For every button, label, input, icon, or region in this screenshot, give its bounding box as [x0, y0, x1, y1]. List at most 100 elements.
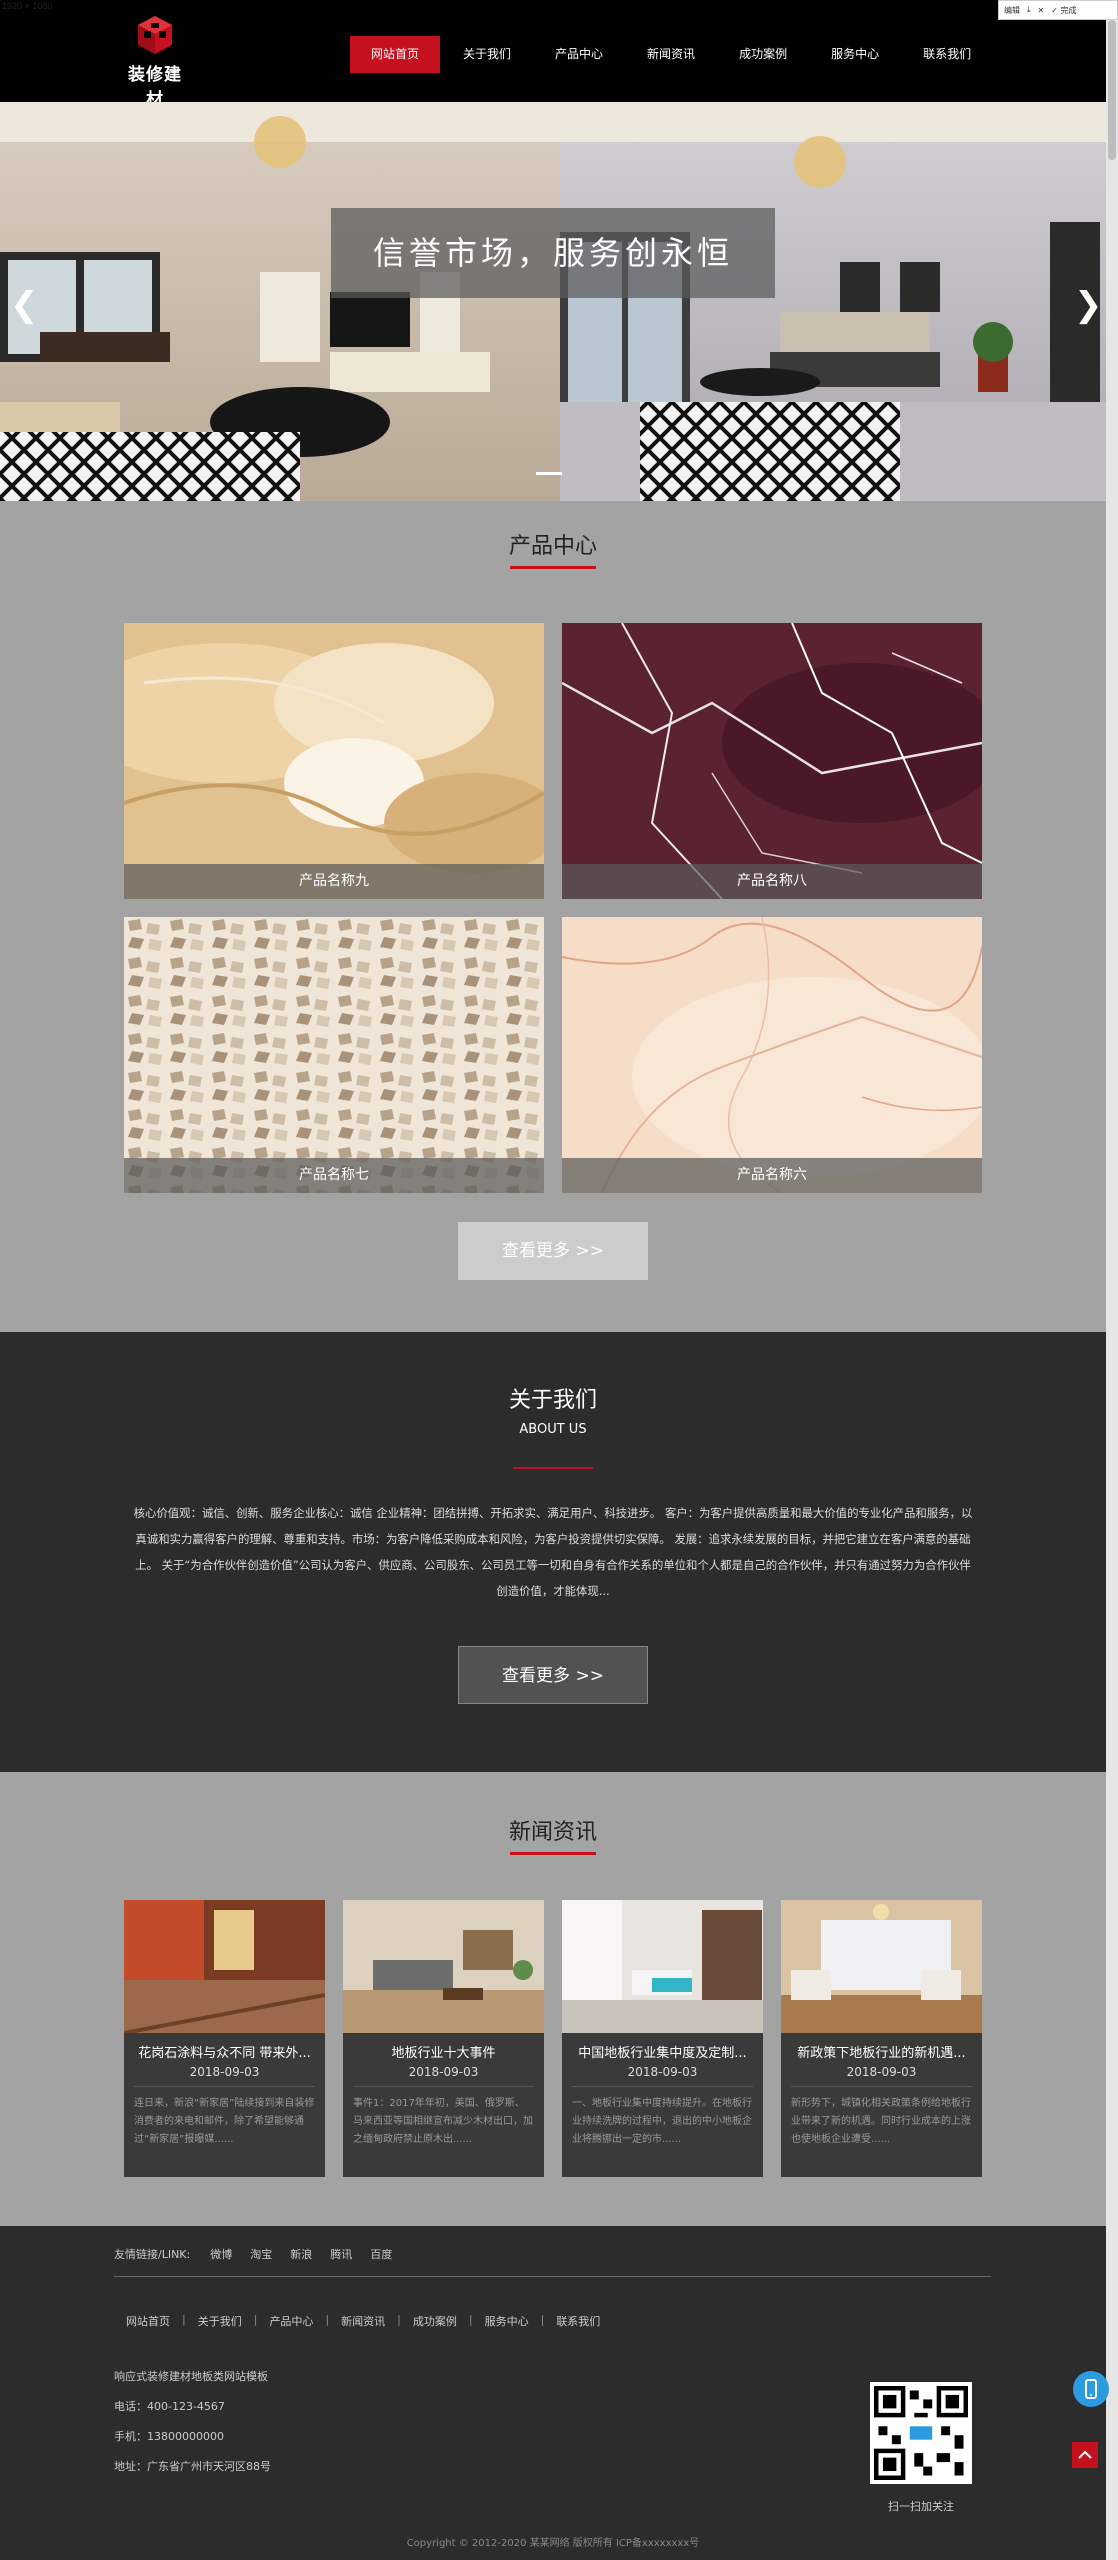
- close-icon[interactable]: ✕: [1038, 6, 1045, 15]
- logo[interactable]: 装修建材: [120, 14, 190, 110]
- nav-about[interactable]: 关于我们: [442, 36, 532, 73]
- news-item-excerpt: 一、地板行业集中度持续提升。在地板行业持续洗牌的过程中，退出的中小地板企业将腾挪…: [572, 2098, 752, 2145]
- news-item-excerpt: 新形势下，城镇化相关政策条例给地板行业带来了新的机遇。同时行业成本的上涨也使地板…: [791, 2098, 971, 2145]
- banner-interior-image: [0, 102, 1106, 501]
- footer-nav: 网站首页 | 关于我们 | 产品中心 | 新闻资讯 | 成功案例 | 服务中心 | 联系我们: [114, 2313, 612, 2329]
- friend-link[interactable]: 淘宝: [250, 2246, 272, 2262]
- products-more-button[interactable]: 查看更多 >>: [458, 1222, 648, 1280]
- friend-link[interactable]: 百度: [370, 2246, 392, 2262]
- product-name: 产品名称七: [124, 1158, 544, 1193]
- news-item-title[interactable]: 新政策下地板行业的新机遇...: [791, 2042, 972, 2061]
- copyright: Copyright © 2012-2020 某某网络 版权所有 ICP备xxxx…: [406, 2538, 700, 2549]
- news-image: [124, 1900, 325, 2033]
- scrollbar-thumb[interactable]: [1108, 20, 1116, 160]
- qr-code-icon: [874, 2386, 968, 2480]
- news-item-date: 2018-09-03: [846, 2065, 917, 2079]
- divider: [791, 2086, 972, 2087]
- page-scrollbar[interactable]: [1106, 20, 1118, 2560]
- banner-caption: 信誉市场，服务创永恒: [331, 208, 775, 298]
- banner-dot[interactable]: [536, 472, 562, 475]
- friend-link[interactable]: 新浪: [290, 2246, 312, 2262]
- friend-link[interactable]: 微博: [210, 2246, 232, 2262]
- footer-nav-about[interactable]: 关于我们: [186, 2313, 254, 2329]
- about-section: 关于我们 ABOUT US 核心价值观：诚信、创新、服务企业核心：诚信 企业精神…: [0, 1332, 1106, 1772]
- news-item-date: 2018-09-03: [189, 2065, 260, 2079]
- friend-links: 友情链接/LINK: 微博 淘宝 新浪 腾讯 百度: [114, 2246, 410, 2262]
- news-card[interactable]: 中国地板行业集中度及定制... 2018-09-03 一、地板行业集中度持续提升…: [562, 1900, 763, 2177]
- about-subtitle: ABOUT US: [519, 1422, 587, 1437]
- nav-news[interactable]: 新闻资讯: [626, 36, 716, 73]
- divider: [134, 2086, 315, 2087]
- product-name: 产品名称九: [124, 864, 544, 899]
- footer-divider: [114, 2276, 991, 2277]
- hero-banner: 信誉市场，服务创永恒 ❮ ❯: [0, 102, 1106, 501]
- footer-nav-service[interactable]: 服务中心: [473, 2313, 541, 2329]
- news-item-excerpt: 事件1：2017年年初，美国、俄罗斯、马来西亚等国相继宣布减少木材出口，加之缅甸…: [353, 2098, 533, 2145]
- banner-next-arrow[interactable]: ❯: [1074, 285, 1103, 325]
- footer-nav-contact[interactable]: 联系我们: [544, 2313, 612, 2329]
- product-card[interactable]: 产品名称七: [124, 917, 544, 1193]
- burgundy-marble-image: [562, 623, 982, 899]
- contact-mobile: 手机：13800000000: [114, 2430, 224, 2443]
- floating-phone-button[interactable]: [1073, 2371, 1109, 2407]
- chevron-up-icon: [1078, 2450, 1092, 2459]
- footer-nav-home[interactable]: 网站首页: [114, 2313, 182, 2329]
- terrazzo-image: [124, 917, 544, 1193]
- nav-service[interactable]: 服务中心: [810, 36, 900, 73]
- done-button[interactable]: ✓ 完成: [1051, 5, 1076, 16]
- friend-links-label: 友情链接/LINK:: [114, 2248, 191, 2261]
- contact-address: 地址：广东省广州市天河区88号: [114, 2460, 271, 2473]
- footer-nav-products[interactable]: 产品中心: [257, 2313, 325, 2329]
- footer-nav-news[interactable]: 新闻资讯: [329, 2313, 397, 2329]
- banner-prev-arrow[interactable]: ❮: [10, 285, 39, 325]
- news-title-underline: [510, 1852, 596, 1855]
- news-title: 新闻资讯: [508, 1820, 597, 1845]
- news-item-date: 2018-09-03: [627, 2065, 698, 2079]
- product-name: 产品名称八: [562, 864, 982, 899]
- friend-link[interactable]: 腾讯: [330, 2246, 352, 2262]
- news-item-title[interactable]: 中国地板行业集中度及定制...: [572, 2042, 753, 2061]
- news-item-excerpt: 连日来，新浪“新家居”陆续接到来自装修消费者的来电和邮件，除了希望能够通过“新家…: [134, 2098, 315, 2145]
- nav-home[interactable]: 网站首页: [350, 36, 441, 73]
- news-card[interactable]: 地板行业十大事件 2018-09-03 事件1：2017年年初，美国、俄罗斯、马…: [343, 1900, 544, 2177]
- banner-pagination: [536, 472, 562, 475]
- edit-button[interactable]: 编辑: [1004, 5, 1020, 16]
- about-text: 核心价值观：诚信、创新、服务企业核心：诚信 企业精神：团结拼搏、开拓求实、满足用…: [133, 1506, 973, 1598]
- about-title: 关于我们: [508, 1388, 597, 1413]
- overlay-toolbar: 编辑 ⤓ ✕ ✓ 完成: [998, 0, 1118, 20]
- logo-cube-icon: [138, 16, 172, 54]
- download-icon[interactable]: ⤓: [1027, 5, 1031, 15]
- nav-cases[interactable]: 成功案例: [718, 36, 808, 73]
- news-item-title[interactable]: 花岗石涂料与众不同 带来外...: [134, 2042, 315, 2061]
- qr-code: [870, 2382, 972, 2484]
- products-title: 产品中心: [508, 534, 597, 559]
- about-more-button[interactable]: 查看更多 >>: [458, 1646, 648, 1704]
- divider: [572, 2086, 753, 2087]
- news-image: [562, 1900, 763, 2033]
- screen-size-note: 1920 × 1080: [2, 1, 53, 11]
- product-card[interactable]: 产品名称六: [562, 917, 982, 1193]
- divider: [353, 2086, 534, 2087]
- news-card[interactable]: 花岗石涂料与众不同 带来外... 2018-09-03 连日来，新浪“新家居”陆…: [124, 1900, 325, 2177]
- news-item-title[interactable]: 地板行业十大事件: [353, 2042, 534, 2061]
- company-name: 响应式装修建材地板类网站模板: [114, 2370, 268, 2383]
- products-title-underline: [510, 566, 596, 569]
- header: 装修建材 网站首页 关于我们 产品中心 新闻资讯 成功案例 服务中心 联系我们: [0, 0, 1106, 110]
- back-to-top-button[interactable]: [1072, 2442, 1098, 2468]
- nav-contact[interactable]: 联系我们: [902, 36, 992, 73]
- news-card[interactable]: 新政策下地板行业的新机遇... 2018-09-03 新形势下，城镇化相关政策条…: [781, 1900, 982, 2177]
- product-card[interactable]: 产品名称八: [562, 623, 982, 899]
- footer-nav-cases[interactable]: 成功案例: [401, 2313, 469, 2329]
- beige-marble-image: [124, 623, 544, 899]
- phone-icon: [1085, 2379, 1097, 2399]
- about-title-underline: [513, 1467, 593, 1469]
- product-name: 产品名称六: [562, 1158, 982, 1193]
- nav-products[interactable]: 产品中心: [534, 36, 624, 73]
- news-image: [781, 1900, 982, 2033]
- product-card[interactable]: 产品名称九: [124, 623, 544, 899]
- news-item-date: 2018-09-03: [408, 2065, 479, 2079]
- main-nav: 网站首页 关于我们 产品中心 新闻资讯 成功案例 服务中心 联系我们: [350, 36, 994, 73]
- footer: 友情链接/LINK: 微博 淘宝 新浪 腾讯 百度 网站首页 | 关于我们 | 产品…: [0, 2226, 1106, 2560]
- news-image: [343, 1900, 544, 2033]
- contact-phone: 电话：400-123-4567: [114, 2400, 225, 2413]
